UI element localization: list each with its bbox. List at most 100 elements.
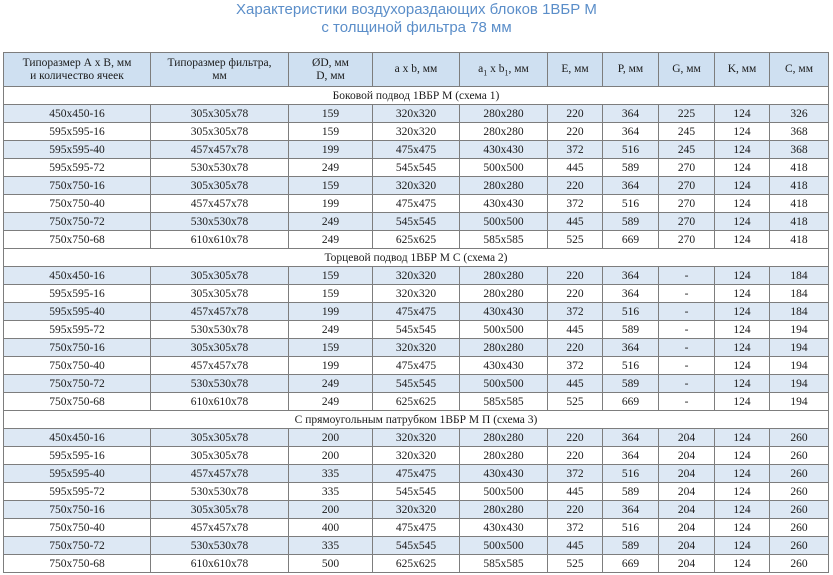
table-row: 750x750-40 457x457x78 199 475x475 430x430 372… [3,356,829,375]
cell-a1b1: 430x430 [459,464,548,483]
header-c: C, мм [769,52,829,87]
table-row: 750x750-68 610x610x78 249 625x625 585x585 525… [3,392,829,411]
cell-filter-size: 610x610x78 [150,392,289,411]
cell-k: 124 [714,176,770,195]
cell-size: 450x450-16 [3,104,151,123]
section-title: Торцевой подвод 1ВБР М С (схема 2) [3,248,829,267]
cell-a1b1: 585x585 [459,392,548,411]
cell-diameter: 199 [288,302,373,321]
cell-diameter: 159 [288,338,373,357]
cell-c: 194 [769,320,829,339]
cell-c: 260 [769,518,829,537]
cell-ab: 625x625 [372,554,460,573]
cell-e: 220 [547,428,603,447]
cell-e: 372 [547,194,603,213]
cell-k: 124 [714,320,770,339]
cell-g: 204 [658,482,715,501]
cell-k: 124 [714,140,770,159]
table-row: 750x750-68 610x610x78 500 625x625 585x585 525… [3,554,829,573]
cell-k: 124 [714,158,770,177]
specifications-table: Типоразмер А х В, мм и количество ячеек … [3,52,829,573]
cell-size: 750x750-16 [3,338,151,357]
cell-p: 589 [602,482,659,501]
cell-p: 364 [602,122,659,141]
cell-e: 525 [547,392,603,411]
cell-c: 368 [769,122,829,141]
section-header-row: Боковой подвод 1ВБР М (схема 1) [3,86,829,105]
cell-c: 184 [769,284,829,303]
cell-diameter: 159 [288,104,373,123]
cell-e: 372 [547,140,603,159]
cell-c: 326 [769,104,829,123]
cell-size: 750x750-40 [3,356,151,375]
cell-e: 445 [547,536,603,555]
section-header-row: Торцевой подвод 1ВБР М С (схема 2) [3,248,829,267]
cell-p: 364 [602,176,659,195]
cell-c: 194 [769,356,829,375]
cell-diameter: 249 [288,158,373,177]
table-row: 750x750-68 610x610x78 249 625x625 585x585 525… [3,230,829,249]
table-row: 750x750-40 457x457x78 199 475x475 430x430 372… [3,194,829,213]
cell-g: - [658,356,715,375]
cell-c: 260 [769,428,829,447]
cell-e: 220 [547,104,603,123]
cell-size: 595x595-16 [3,284,151,303]
cell-filter-size: 305x305x78 [150,338,289,357]
cell-size: 750x750-72 [3,212,151,231]
cell-p: 669 [602,554,659,573]
cell-diameter: 335 [288,464,373,483]
cell-p: 516 [602,356,659,375]
cell-a1b1: 585x585 [459,554,548,573]
cell-g: - [658,374,715,393]
document-title: Характеристики воздухораздающих блоков 1… [0,1,833,37]
table-row: 595x595-72 530x530x78 335 545x545 500x500 445… [3,482,829,501]
cell-e: 220 [547,122,603,141]
cell-c: 418 [769,230,829,249]
cell-g: - [658,284,715,303]
cell-a1b1: 500x500 [459,374,548,393]
table-row: 750x750-16 305x305x78 159 320x320 280x280 220… [3,176,829,195]
cell-a1b1: 280x280 [459,122,548,141]
cell-c: 418 [769,158,829,177]
cell-p: 516 [602,194,659,213]
cell-p: 589 [602,212,659,231]
cell-diameter: 159 [288,122,373,141]
cell-e: 372 [547,464,603,483]
cell-ab: 320x320 [372,266,460,285]
cell-k: 124 [714,554,770,573]
cell-c: 260 [769,464,829,483]
cell-p: 364 [602,284,659,303]
cell-k: 124 [714,266,770,285]
cell-filter-size: 530x530x78 [150,320,289,339]
cell-diameter: 200 [288,428,373,447]
cell-size: 750x750-68 [3,392,151,411]
cell-k: 124 [714,104,770,123]
cell-a1b1: 430x430 [459,356,548,375]
cell-size: 450x450-16 [3,428,151,447]
cell-c: 418 [769,176,829,195]
cell-k: 124 [714,194,770,213]
header-g: G, мм [658,52,715,87]
cell-filter-size: 610x610x78 [150,230,289,249]
cell-ab: 625x625 [372,230,460,249]
cell-p: 364 [602,446,659,465]
cell-g: 204 [658,464,715,483]
cell-k: 124 [714,518,770,537]
cell-p: 589 [602,158,659,177]
cell-k: 124 [714,446,770,465]
cell-e: 445 [547,320,603,339]
cell-g: 204 [658,536,715,555]
table-row: 595x595-72 530x530x78 249 545x545 500x500 445… [3,320,829,339]
cell-k: 124 [714,536,770,555]
cell-diameter: 200 [288,446,373,465]
cell-a1b1: 280x280 [459,266,548,285]
cell-a1b1: 500x500 [459,536,548,555]
cell-size: 750x750-68 [3,230,151,249]
cell-p: 669 [602,392,659,411]
cell-filter-size: 305x305x78 [150,266,289,285]
cell-a1b1: 430x430 [459,302,548,321]
table-row: 750x750-40 457x457x78 400 475x475 430x430 372… [3,518,829,537]
cell-p: 589 [602,320,659,339]
cell-a1b1: 585x585 [459,230,548,249]
cell-p: 669 [602,230,659,249]
